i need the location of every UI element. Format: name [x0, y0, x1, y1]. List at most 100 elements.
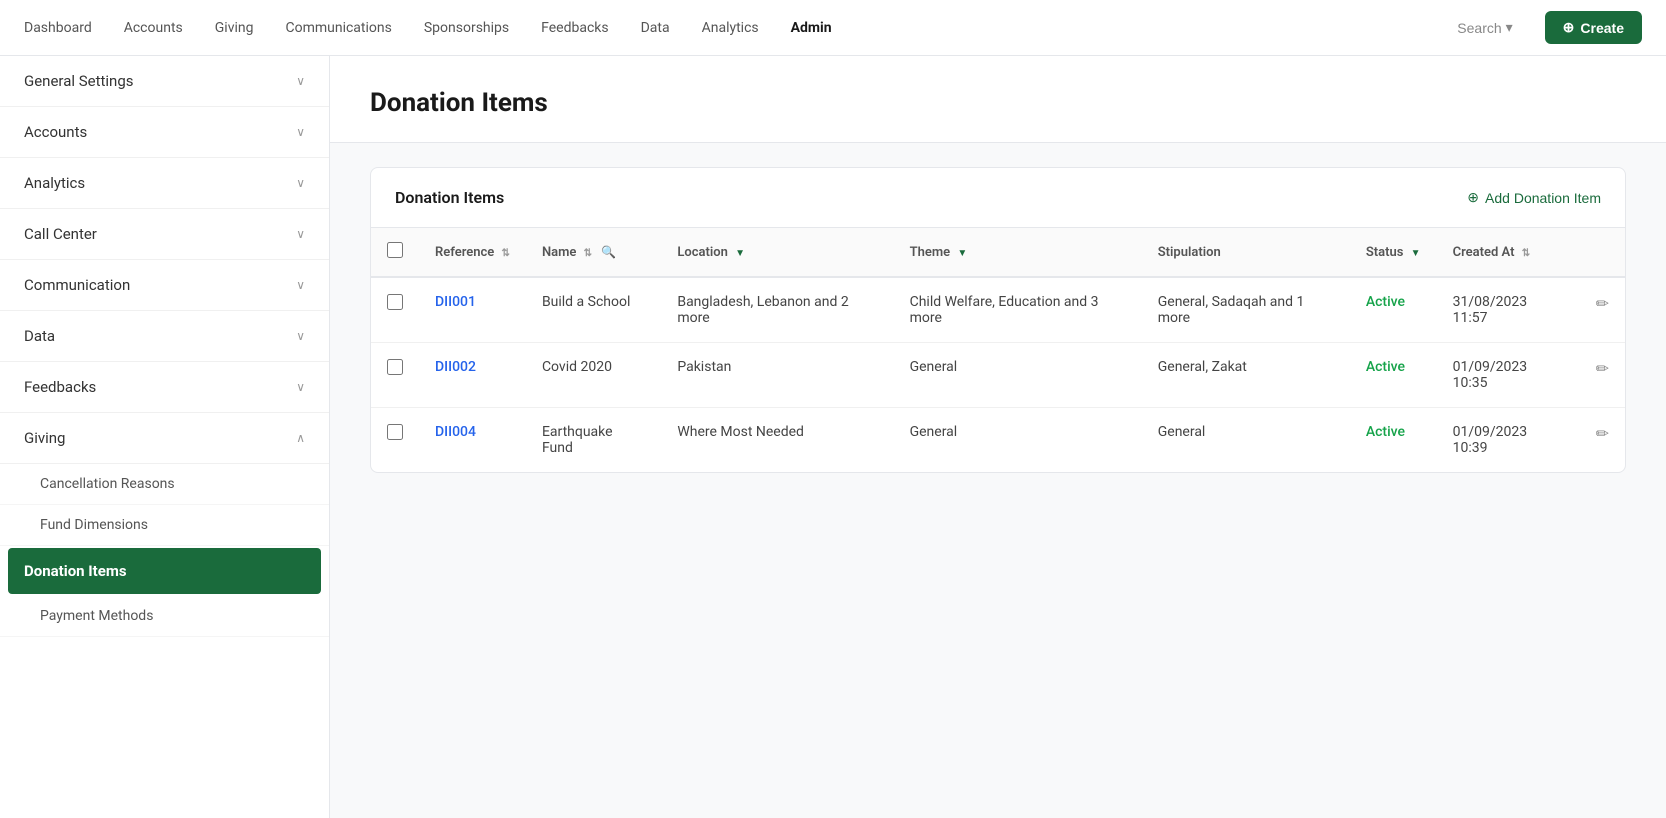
chevron-down-icon: ∨	[296, 74, 305, 88]
status-badge: Active	[1366, 359, 1405, 375]
plus-circle-icon: ⊕	[1467, 189, 1479, 206]
row-checkbox-cell	[371, 343, 419, 408]
nav-accounts[interactable]: Accounts	[124, 16, 183, 40]
row-stipulation: General, Sadaqah and 1 more	[1142, 277, 1350, 343]
row-edit-action: ✏	[1580, 408, 1625, 473]
nav-feedbacks[interactable]: Feedbacks	[541, 16, 608, 40]
chevron-down-icon: ∨	[296, 227, 305, 241]
row-status: Active	[1350, 277, 1437, 343]
filter-icon[interactable]: ▼	[957, 248, 967, 259]
chevron-down-icon: ∨	[296, 176, 305, 190]
col-theme: Theme ▼	[894, 228, 1142, 277]
card-title: Donation Items	[395, 188, 504, 207]
sidebar-item-data[interactable]: Data ∨	[0, 311, 329, 362]
create-button[interactable]: ⊕ Create	[1545, 11, 1642, 44]
select-all-checkbox[interactable]	[387, 242, 403, 258]
row-checkbox-cell	[371, 408, 419, 473]
row-checkbox[interactable]	[387, 359, 403, 375]
select-all-header	[371, 228, 419, 277]
sidebar-label: Analytics	[24, 174, 85, 192]
filter-icon[interactable]: ▼	[735, 248, 745, 259]
col-created-at: Created At ⇅	[1437, 228, 1580, 277]
col-actions	[1580, 228, 1625, 277]
row-theme: General	[894, 343, 1142, 408]
edit-icon[interactable]: ✏	[1596, 359, 1609, 378]
sidebar-subitem-payment-methods[interactable]: Payment Methods	[0, 596, 329, 637]
nav-analytics[interactable]: Analytics	[702, 16, 759, 40]
page-title: Donation Items	[370, 88, 1626, 118]
page-header: Donation Items	[330, 56, 1666, 143]
nav-data[interactable]: Data	[641, 16, 670, 40]
status-badge: Active	[1366, 294, 1405, 310]
main-content: Donation Items Donation Items ⊕ Add Dona…	[330, 56, 1666, 818]
chevron-down-icon: ∨	[296, 125, 305, 139]
table-row: DII004 Earthquake Fund Where Most Needed…	[371, 408, 1625, 473]
chevron-up-icon: ∧	[296, 431, 305, 445]
donation-items-card: Donation Items ⊕ Add Donation Item	[370, 167, 1626, 473]
content-area: Donation Items ⊕ Add Donation Item	[330, 143, 1666, 497]
nav-sponsorships[interactable]: Sponsorships	[424, 16, 509, 40]
row-name: Build a School	[526, 277, 661, 343]
row-name: Covid 2020	[526, 343, 661, 408]
row-status: Active	[1350, 343, 1437, 408]
row-stipulation: General, Zakat	[1142, 343, 1350, 408]
edit-icon[interactable]: ✏	[1596, 294, 1609, 313]
sidebar-item-analytics[interactable]: Analytics ∨	[0, 158, 329, 209]
sidebar-label: Donation Items	[24, 562, 127, 580]
ref-link[interactable]: DII002	[435, 359, 476, 375]
row-location: Where Most Needed	[661, 408, 893, 473]
ref-link[interactable]: DII001	[435, 294, 476, 310]
row-ref: DII004	[419, 408, 526, 473]
sidebar-label: Giving	[24, 429, 65, 447]
sidebar-label: Feedbacks	[24, 378, 96, 396]
sidebar-label: Accounts	[24, 123, 87, 141]
col-stipulation: Stipulation	[1142, 228, 1350, 277]
search-button[interactable]: Search ▾	[1457, 19, 1512, 36]
sidebar-item-call-center[interactable]: Call Center ∨	[0, 209, 329, 260]
sidebar-item-general-settings[interactable]: General Settings ∨	[0, 56, 329, 107]
sidebar-subitem-donation-items[interactable]: Donation Items	[8, 548, 321, 594]
row-edit-action: ✏	[1580, 343, 1625, 408]
nav-admin[interactable]: Admin	[791, 16, 832, 40]
row-location: Pakistan	[661, 343, 893, 408]
add-donation-item-button[interactable]: ⊕ Add Donation Item	[1467, 189, 1601, 206]
sidebar-label: Communication	[24, 276, 130, 294]
sidebar-label: General Settings	[24, 72, 134, 90]
sort-icon[interactable]: ⇅	[1522, 248, 1530, 259]
sidebar-item-giving[interactable]: Giving ∧	[0, 413, 329, 464]
chevron-down-icon: ∨	[296, 329, 305, 343]
col-reference: Reference ⇅	[419, 228, 526, 277]
search-label: Search	[1457, 20, 1501, 36]
nav-giving[interactable]: Giving	[215, 16, 254, 40]
row-checkbox[interactable]	[387, 294, 403, 310]
sidebar-item-accounts[interactable]: Accounts ∨	[0, 107, 329, 158]
nav-dashboard[interactable]: Dashboard	[24, 16, 92, 40]
sort-icon[interactable]: ⇅	[584, 248, 592, 259]
row-checkbox[interactable]	[387, 424, 403, 440]
sort-icon[interactable]: ⇅	[502, 248, 510, 259]
row-checkbox-cell	[371, 277, 419, 343]
row-stipulation: General	[1142, 408, 1350, 473]
row-ref: DII001	[419, 277, 526, 343]
page-layout: General Settings ∨ Accounts ∨ Analytics …	[0, 56, 1666, 818]
dropdown-icon: ▾	[1506, 19, 1513, 36]
status-badge: Active	[1366, 424, 1405, 440]
row-created-at: 01/09/2023 10:39	[1437, 408, 1580, 473]
sidebar-subitem-fund-dimensions[interactable]: Fund Dimensions	[0, 505, 329, 546]
sidebar-subitem-cancellation-reasons[interactable]: Cancellation Reasons	[0, 464, 329, 505]
filter-icon[interactable]: ▼	[1411, 248, 1421, 259]
table-row: DII001 Build a School Bangladesh, Lebano…	[371, 277, 1625, 343]
sidebar-label: Call Center	[24, 225, 97, 243]
row-location: Bangladesh, Lebanon and 2 more	[661, 277, 893, 343]
sidebar-item-feedbacks[interactable]: Feedbacks ∨	[0, 362, 329, 413]
search-icon[interactable]: 🔍	[601, 245, 616, 259]
ref-link[interactable]: DII004	[435, 424, 476, 440]
edit-icon[interactable]: ✏	[1596, 424, 1609, 443]
sidebar-item-communication[interactable]: Communication ∨	[0, 260, 329, 311]
sidebar: General Settings ∨ Accounts ∨ Analytics …	[0, 56, 330, 818]
table-row: DII002 Covid 2020 Pakistan General Gener…	[371, 343, 1625, 408]
nav-communications[interactable]: Communications	[285, 16, 391, 40]
card-header: Donation Items ⊕ Add Donation Item	[371, 168, 1625, 228]
row-created-at: 31/08/2023 11:57	[1437, 277, 1580, 343]
row-edit-action: ✏	[1580, 277, 1625, 343]
